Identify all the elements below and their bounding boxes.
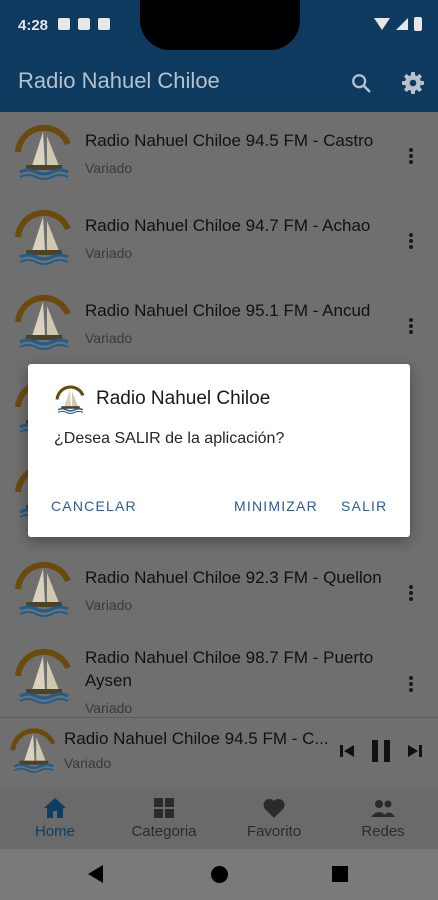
bottom-navigation: Home Categoria Favorito Redes (0, 787, 438, 849)
station-logo (12, 559, 74, 621)
grid-icon (154, 798, 174, 818)
list-item[interactable]: Radio Nahuel Chiloe 94.5 FM - Castro Var… (0, 112, 438, 197)
app-bar: Radio Nahuel Chiloe (0, 52, 438, 112)
sim-notification-icon (78, 18, 90, 30)
station-logo (12, 122, 74, 184)
battery-icon (414, 17, 422, 31)
camera-notch (140, 0, 300, 50)
home-icon (44, 798, 66, 818)
station-title: Radio Nahuel Chiloe 92.3 FM - Quellon (85, 568, 382, 587)
nav-categoria-label: Categoria (131, 823, 197, 840)
station-title: Radio Nahuel Chiloe 94.5 FM - Castro (85, 131, 374, 150)
skip-next-icon[interactable] (406, 742, 424, 760)
station-genre: Variado (85, 597, 133, 613)
exit-dialog: Radio Nahuel Chiloe ¿Desea SALIR de la a… (28, 364, 410, 537)
minimize-button[interactable]: MINIMIZAR (234, 498, 318, 514)
exit-button[interactable]: SALIR (341, 498, 387, 514)
nav-redes[interactable]: Redes (328, 787, 438, 849)
station-genre: Variado (85, 330, 133, 346)
list-item[interactable]: Radio Nahuel Chiloe 94.7 FM - Achao Vari… (0, 197, 438, 282)
home-circle-icon[interactable] (211, 866, 228, 883)
back-icon[interactable] (88, 865, 103, 883)
nav-redes-label: Redes (361, 823, 405, 840)
people-icon (371, 800, 395, 817)
cancel-button[interactable]: CANCELAR (51, 498, 137, 514)
search-icon[interactable] (350, 72, 372, 94)
station-title: Radio Nahuel Chiloe 94.7 FM - Achao (85, 216, 371, 235)
station-genre: Variado (85, 160, 133, 176)
status-bar: 4:28 (0, 0, 438, 52)
app-title: Radio Nahuel Chiloe (18, 68, 220, 93)
now-playing-logo (8, 726, 58, 776)
notification-icons (58, 18, 110, 30)
recents-icon[interactable] (332, 866, 348, 882)
system-status-icons (374, 17, 422, 31)
station-logo (12, 207, 74, 269)
more-vert-icon[interactable] (404, 674, 418, 694)
nav-favorito[interactable]: Favorito (219, 787, 329, 849)
list-item[interactable]: Radio Nahuel Chiloe 98.7 FM - Puerto Ays… (0, 634, 438, 717)
now-playing-title: Radio Nahuel Chiloe 94.5 FM - C... (64, 729, 329, 748)
station-logo (12, 646, 74, 708)
more-vert-icon[interactable] (404, 583, 418, 603)
station-title: Radio Nahuel Chiloe 98.7 FM - Puerto (85, 648, 374, 667)
gear-icon[interactable] (401, 71, 425, 95)
mini-player[interactable]: Radio Nahuel Chiloe 94.5 FM - C... Varia… (0, 717, 438, 787)
nav-home[interactable]: Home (0, 787, 110, 849)
nav-favorito-label: Favorito (246, 823, 302, 840)
nav-home-label: Home (34, 823, 75, 840)
chat-notification-icon (58, 18, 70, 30)
app-notification-icon (98, 18, 110, 30)
status-time: 4:28 (18, 17, 49, 34)
list-item[interactable]: Radio Nahuel Chiloe 92.3 FM - Quellon Va… (0, 549, 438, 634)
nav-categoria[interactable]: Categoria (109, 787, 219, 849)
dialog-title: Radio Nahuel Chiloe (96, 388, 271, 409)
now-playing-subtitle: Variado (64, 755, 112, 771)
system-navigation-bar (0, 849, 438, 900)
station-genre: Variado (85, 700, 133, 716)
more-vert-icon[interactable] (404, 146, 418, 166)
more-vert-icon[interactable] (404, 231, 418, 251)
dialog-logo (54, 384, 86, 416)
station-logo (12, 292, 74, 354)
heart-icon (263, 798, 285, 818)
station-title: Radio Nahuel Chiloe 95.1 FM - Ancud (85, 301, 371, 320)
list-item[interactable]: Radio Nahuel Chiloe 95.1 FM - Ancud Vari… (0, 282, 438, 367)
wifi-icon (374, 18, 390, 30)
signal-icon (396, 18, 408, 30)
dialog-message: ¿Desea SALIR de la aplicación? (54, 430, 285, 447)
station-genre: Variado (85, 245, 133, 261)
pause-icon[interactable] (370, 738, 392, 764)
more-vert-icon[interactable] (404, 316, 418, 336)
skip-previous-icon[interactable] (338, 742, 356, 760)
station-title-continued: Aysen (85, 671, 132, 690)
